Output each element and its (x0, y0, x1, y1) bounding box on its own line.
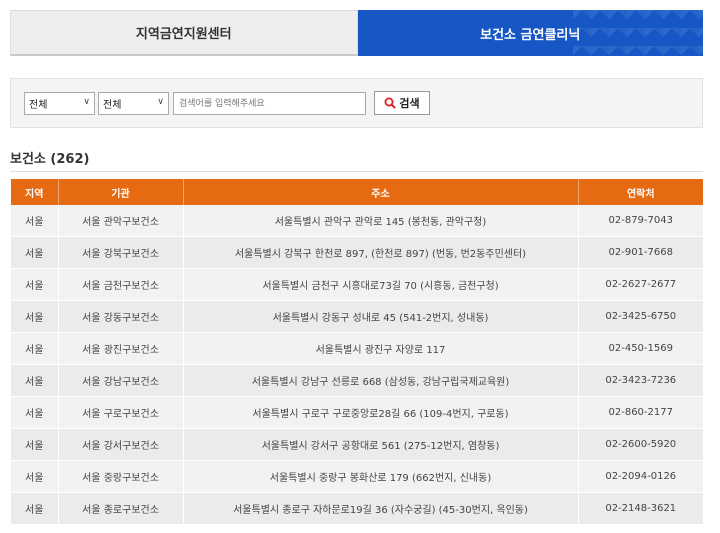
column-header-org: 기관 (57, 179, 183, 205)
cell-address: 서울특별시 강서구 공항대로 561 (275-12번지, 염창동) (182, 428, 578, 461)
search-input[interactable] (173, 92, 366, 115)
table-row[interactable]: 서울 서울 중랑구보건소 서울특별시 중랑구 봉화산로 179 (662번지, 신내… (11, 460, 703, 493)
cell-org: 서울 강서구보건소 (57, 428, 183, 461)
cell-phone: 02-2094-0126 (577, 460, 703, 493)
cell-phone: 02-879-7043 (577, 205, 703, 237)
search-icon (384, 97, 397, 109)
tab-health-center-clinic[interactable]: 보건소 금연클리닉 (357, 10, 703, 56)
table-row[interactable]: 서울 서울 강서구보건소 서울특별시 강서구 공항대로 561 (275-12번지,… (11, 428, 703, 461)
cell-region: 서울 (11, 396, 58, 429)
cell-org: 서울 종로구보건소 (57, 492, 183, 525)
category-select[interactable]: 전체 ∨ (98, 92, 169, 115)
cell-phone: 02-2148-3621 (577, 492, 703, 525)
search-button-label: 검색 (399, 97, 420, 110)
cell-org: 서울 금천구보건소 (57, 268, 183, 301)
cell-address: 서울특별시 구로구 구로중앙로28길 66 (109-4번지, 구로동) (182, 396, 578, 429)
table-row[interactable]: 서울 서울 종로구보건소 서울특별시 종로구 자하문로19길 36 (자수궁길) (… (11, 492, 703, 525)
cell-address: 서울특별시 금천구 시흥대로73길 70 (시흥동, 금천구청) (182, 268, 578, 301)
cell-region: 서울 (11, 268, 58, 301)
tab-regional-center[interactable]: 지역금연지원센터 (10, 10, 358, 56)
tab-label: 보건소 금연클리닉 (480, 27, 581, 43)
tab-label: 지역금연지원센터 (135, 27, 232, 42)
column-header-address: 주소 (182, 179, 578, 205)
search-button[interactable]: 검색 (374, 91, 430, 115)
cell-region: 서울 (11, 236, 58, 269)
table-row[interactable]: 서울 서울 금천구보건소 서울특별시 금천구 시흥대로73길 70 (시흥동, 금천… (11, 268, 703, 301)
tab-bar: 지역금연지원센터 보건소 금연클리닉 (10, 10, 703, 56)
category-select-value: 전체 (103, 100, 122, 111)
divider (10, 171, 703, 172)
section-title: 보건소 (262) (10, 152, 90, 167)
table-row[interactable]: 서울 서울 강북구보건소 서울특별시 강북구 한천로 897, (한천로 897) … (11, 236, 703, 269)
table-row[interactable]: 서울 서울 관악구보건소 서울특별시 관악구 관악로 145 (봉천동, 관악구청)… (11, 205, 703, 237)
cell-org: 서울 강동구보건소 (57, 300, 183, 333)
chevron-down-icon: ∨ (83, 97, 90, 107)
cell-phone: 02-901-7668 (577, 236, 703, 269)
cell-address: 서울특별시 종로구 자하문로19길 36 (자수궁길) (45-30번지, 옥인… (182, 492, 578, 525)
cell-org: 서울 구로구보건소 (57, 396, 183, 429)
column-header-phone: 연락처 (577, 179, 703, 205)
table-header-row: 지역 기관 주소 연락처 (11, 179, 703, 205)
cell-phone: 02-2600-5920 (577, 428, 703, 461)
cell-org: 서울 강남구보건소 (57, 364, 183, 397)
cell-region: 서울 (11, 364, 58, 397)
cell-region: 서울 (11, 300, 58, 333)
cell-phone: 02-860-2177 (577, 396, 703, 429)
cell-org: 서울 중랑구보건소 (57, 460, 183, 493)
column-header-region: 지역 (11, 179, 58, 205)
region-select-value: 전체 (29, 100, 48, 111)
cell-region: 서울 (11, 428, 58, 461)
cell-region: 서울 (11, 492, 58, 525)
region-select[interactable]: 전체 ∨ (24, 92, 95, 115)
cell-region: 서울 (11, 332, 58, 365)
cell-phone: 02-3425-6750 (577, 300, 703, 333)
table-row[interactable]: 서울 서울 강남구보건소 서울특별시 강남구 선릉로 668 (삼성동, 강남구립국… (11, 364, 703, 397)
table-row[interactable]: 서울 서울 강동구보건소 서울특별시 강동구 성내로 45 (541-2번지, 성내… (11, 300, 703, 333)
cell-org: 서울 강북구보건소 (57, 236, 183, 269)
health-center-table: 지역 기관 주소 연락처 서울 서울 관악구보건소 서울특별시 관악구 관악로 14… (11, 179, 703, 525)
cell-address: 서울특별시 관악구 관악로 145 (봉천동, 관악구청) (182, 205, 578, 237)
cell-org: 서울 광진구보건소 (57, 332, 183, 365)
cell-org: 서울 관악구보건소 (57, 205, 183, 237)
table-row[interactable]: 서울 서울 구로구보건소 서울특별시 구로구 구로중앙로28길 66 (109-4번… (11, 396, 703, 429)
cell-phone: 02-450-1569 (577, 332, 703, 365)
cell-region: 서울 (11, 460, 58, 493)
cell-phone: 02-2627-2677 (577, 268, 703, 301)
cell-phone: 02-3423-7236 (577, 364, 703, 397)
cell-address: 서울특별시 중랑구 봉화산로 179 (662번지, 신내동) (182, 460, 578, 493)
cell-address: 서울특별시 광진구 자양로 117 (182, 332, 578, 365)
cell-address: 서울특별시 강동구 성내로 45 (541-2번지, 성내동) (182, 300, 578, 333)
search-panel: 전체 ∨ 전체 ∨ 검색 (10, 78, 703, 128)
cell-address: 서울특별시 강북구 한천로 897, (한천로 897) (번동, 번2동주민센… (182, 236, 578, 269)
chevron-down-icon: ∨ (157, 97, 164, 107)
table-row[interactable]: 서울 서울 광진구보건소 서울특별시 광진구 자양로 117 02-450-1569 (11, 332, 703, 365)
cell-address: 서울특별시 강남구 선릉로 668 (삼성동, 강남구립국제교육원) (182, 364, 578, 397)
cell-region: 서울 (11, 205, 58, 237)
